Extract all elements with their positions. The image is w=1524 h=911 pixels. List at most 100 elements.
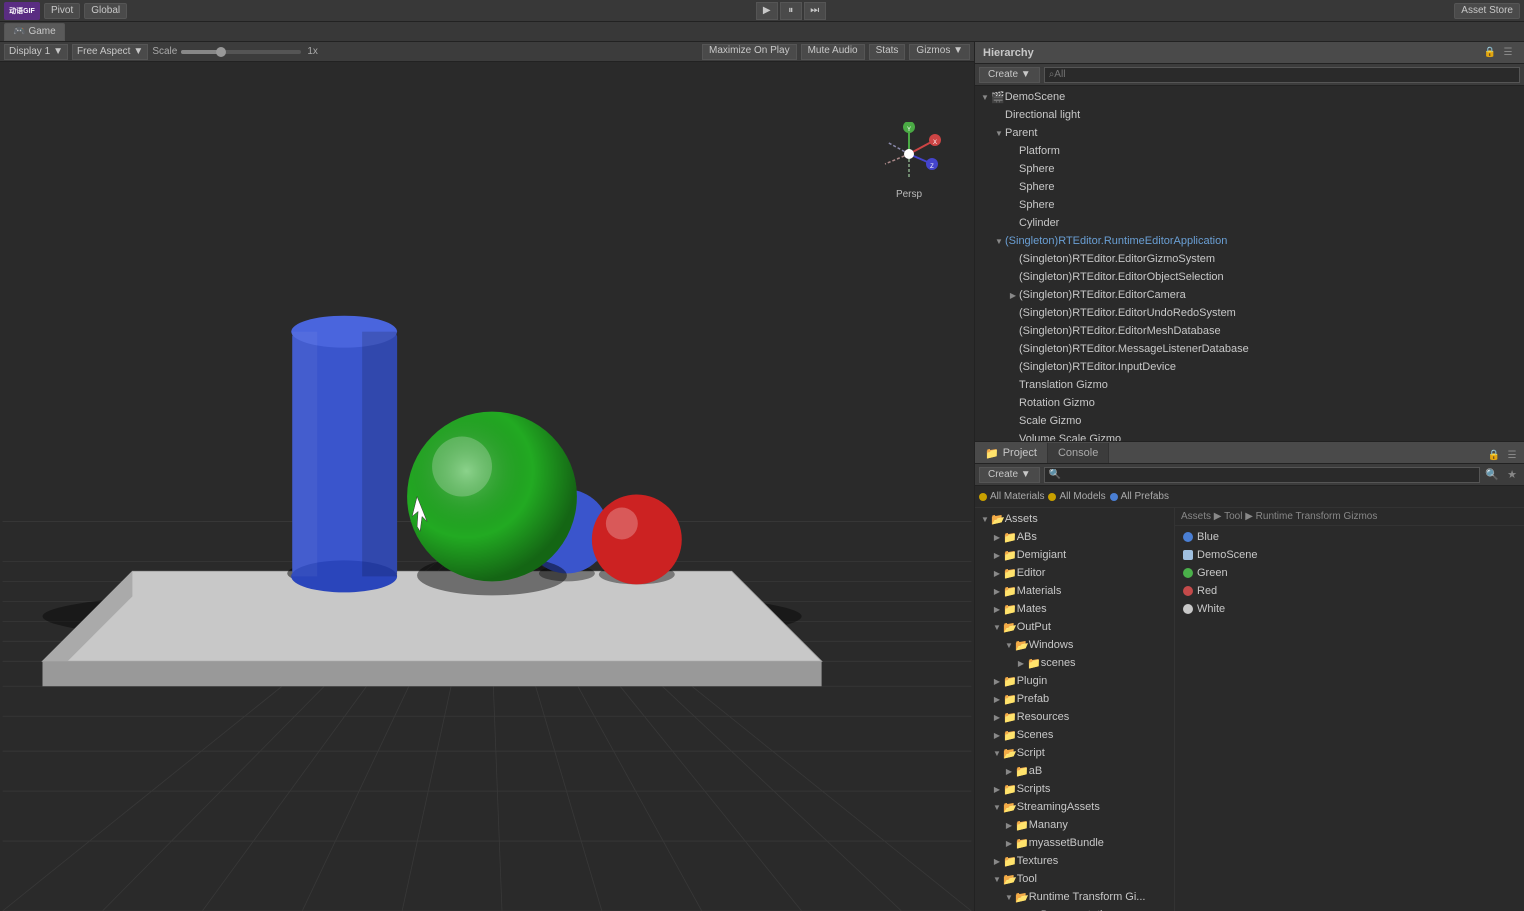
scene-icon: 🎬 — [991, 91, 1005, 104]
asset-item[interactable]: DemoScene — [1175, 546, 1524, 564]
project-create-button[interactable]: Create ▼ — [979, 467, 1040, 483]
tree-item-label: Sphere — [1019, 199, 1054, 211]
hierarchy-create-button[interactable]: Create ▼ — [979, 67, 1040, 83]
project-tree-item[interactable]: 📁 Resources — [975, 708, 1174, 726]
hierarchy-item[interactable]: (Singleton)RTEditor.InputDevice — [975, 358, 1524, 376]
project-tree-item[interactable]: 📂 Runtime Transform Gi... — [975, 888, 1174, 906]
project-tree-item[interactable]: 📂 Assets — [975, 510, 1174, 528]
tree-item-label: Resources — [1017, 711, 1070, 723]
project-search-icon[interactable]: 🔍 — [1484, 467, 1500, 483]
tree-item-label: StreamingAssets — [1017, 801, 1100, 813]
game-tab[interactable]: 🎮 Game — [4, 23, 65, 41]
step-button[interactable]: ⏭ — [804, 2, 826, 20]
hierarchy-item[interactable]: 🎬 DemoScene — [975, 88, 1524, 106]
hierarchy-item[interactable]: Rotation Gizmo — [975, 394, 1524, 412]
asset-item[interactable]: White — [1175, 600, 1524, 618]
project-menu-icon[interactable]: ☰ — [1504, 447, 1520, 463]
play-button[interactable]: ▶ — [756, 2, 778, 20]
hierarchy-item[interactable]: Translation Gizmo — [975, 376, 1524, 394]
persp-label: Persp — [896, 189, 922, 200]
mute-button[interactable]: Mute Audio — [801, 44, 865, 60]
project-lock-icon[interactable]: 🔒 — [1486, 447, 1502, 463]
hierarchy-item[interactable]: Platform — [975, 142, 1524, 160]
hierarchy-item[interactable]: Parent — [975, 124, 1524, 142]
hierarchy-item[interactable]: Directional light — [975, 106, 1524, 124]
project-tree-item[interactable]: 📁 Plugin — [975, 672, 1174, 690]
project-tab[interactable]: 📁 Project — [975, 443, 1048, 463]
maximize-button[interactable]: Maximize On Play — [702, 44, 797, 60]
project-tree-item[interactable]: 📂 Tool — [975, 870, 1174, 888]
hierarchy-item[interactable]: Sphere — [975, 160, 1524, 178]
hierarchy-menu-icon[interactable]: ☰ — [1500, 45, 1516, 61]
hierarchy-lock-icon[interactable]: 🔒 — [1482, 45, 1498, 61]
project-star-icon[interactable]: ★ — [1504, 467, 1520, 483]
folder-icon: 📂 — [1015, 891, 1029, 904]
perspective-gizmo[interactable]: Y X Z Persp — [874, 122, 944, 207]
main-area: Display 1 ▼ Free Aspect ▼ Scale 1x Maxim… — [0, 42, 1524, 911]
asset-item[interactable]: Red — [1175, 582, 1524, 600]
project-tree-item[interactable]: 📂 StreamingAssets — [975, 798, 1174, 816]
pivot-button[interactable]: Pivot — [44, 3, 80, 19]
aspect-dropdown[interactable]: Free Aspect ▼ — [72, 44, 148, 60]
filter-item[interactable]: All Models — [1048, 491, 1105, 502]
tree-arrow-icon — [1003, 891, 1015, 903]
scene-canvas[interactable]: Y X Z Persp — [0, 62, 974, 911]
hierarchy-item[interactable]: (Singleton)RTEditor.RuntimeEditorApplica… — [975, 232, 1524, 250]
gizmo-svg: Y X Z — [877, 122, 942, 187]
global-label: Global — [91, 5, 120, 16]
asset-store-button[interactable]: Asset Store — [1454, 3, 1520, 19]
project-tree-item[interactable]: 📁 Materials — [975, 582, 1174, 600]
tree-arrow-icon — [1007, 415, 1019, 427]
project-tree-item[interactable]: 📁 myassetBundle — [975, 834, 1174, 852]
console-tab[interactable]: Console — [1048, 443, 1109, 463]
hierarchy-item[interactable]: (Singleton)RTEditor.EditorGizmoSystem — [975, 250, 1524, 268]
pause-button[interactable]: ⏸ — [780, 2, 802, 20]
project-tree-item[interactable]: 📁 Scenes — [975, 726, 1174, 744]
project-tree-item[interactable]: 📁 ABs — [975, 528, 1174, 546]
playback-controls: ▶ ⏸ ⏭ — [756, 2, 826, 20]
hierarchy-item[interactable]: (Singleton)RTEditor.EditorCamera — [975, 286, 1524, 304]
hierarchy-search-input[interactable] — [1044, 67, 1520, 83]
stats-button[interactable]: Stats — [869, 44, 906, 60]
project-tree-item[interactable]: 📁 Mates — [975, 600, 1174, 618]
project-tree-item[interactable]: 📂 Windows — [975, 636, 1174, 654]
display-dropdown[interactable]: Display 1 ▼ — [4, 44, 68, 60]
hierarchy-item[interactable]: (Singleton)RTEditor.MessageListenerDatab… — [975, 340, 1524, 358]
tree-item-label: Mates — [1017, 603, 1047, 615]
hierarchy-item[interactable]: (Singleton)RTEditor.EditorUndoRedoSystem — [975, 304, 1524, 322]
hierarchy-item[interactable]: (Singleton)RTEditor.EditorObjectSelectio… — [975, 268, 1524, 286]
hierarchy-item[interactable]: Sphere — [975, 178, 1524, 196]
tree-arrow-icon — [1007, 361, 1019, 373]
asset-item[interactable]: Green — [1175, 564, 1524, 582]
project-tree-item[interactable]: 📁 Scripts — [975, 780, 1174, 798]
gizmos-button[interactable]: Gizmos ▼ — [909, 44, 970, 60]
project-tree-item[interactable]: 📁 Documentation — [975, 906, 1174, 911]
hierarchy-item[interactable]: Cylinder — [975, 214, 1524, 232]
project-tree-item[interactable]: 📂 Script — [975, 744, 1174, 762]
folder-icon: 📁 — [1003, 585, 1017, 598]
project-assets: BlueDemoSceneGreenRedWhite — [1175, 526, 1524, 911]
project-tree-item[interactable]: 📁 Demigiant — [975, 546, 1174, 564]
hierarchy-item[interactable]: Volume Scale Gizmo — [975, 430, 1524, 441]
project-tree-item[interactable]: 📁 scenes — [975, 654, 1174, 672]
project-search-input[interactable] — [1044, 467, 1480, 483]
hierarchy-item[interactable]: Scale Gizmo — [975, 412, 1524, 430]
project-tree-item[interactable]: 📂 OutPut — [975, 618, 1174, 636]
project-tree-item[interactable]: 📁 aB — [975, 762, 1174, 780]
global-button[interactable]: Global — [84, 3, 127, 19]
filter-row: All Materials All Models All Prefabs — [975, 486, 1524, 508]
folder-icon: 📁 — [1003, 531, 1017, 544]
pivot-label: Pivot — [51, 5, 73, 16]
project-tree-item[interactable]: 📁 Manany — [975, 816, 1174, 834]
hierarchy-item[interactable]: (Singleton)RTEditor.EditorMeshDatabase — [975, 322, 1524, 340]
hierarchy-item[interactable]: Sphere — [975, 196, 1524, 214]
asset-dot-icon — [1183, 532, 1193, 542]
tree-item-label: (Singleton)RTEditor.RuntimeEditorApplica… — [1005, 235, 1227, 247]
asset-item[interactable]: Blue — [1175, 528, 1524, 546]
filter-item[interactable]: All Materials — [979, 491, 1044, 502]
project-tree-item[interactable]: 📁 Prefab — [975, 690, 1174, 708]
project-tree-item[interactable]: 📁 Textures — [975, 852, 1174, 870]
tree-item-label: Demigiant — [1017, 549, 1067, 561]
project-tree-item[interactable]: 📁 Editor — [975, 564, 1174, 582]
filter-item[interactable]: All Prefabs — [1110, 491, 1169, 502]
